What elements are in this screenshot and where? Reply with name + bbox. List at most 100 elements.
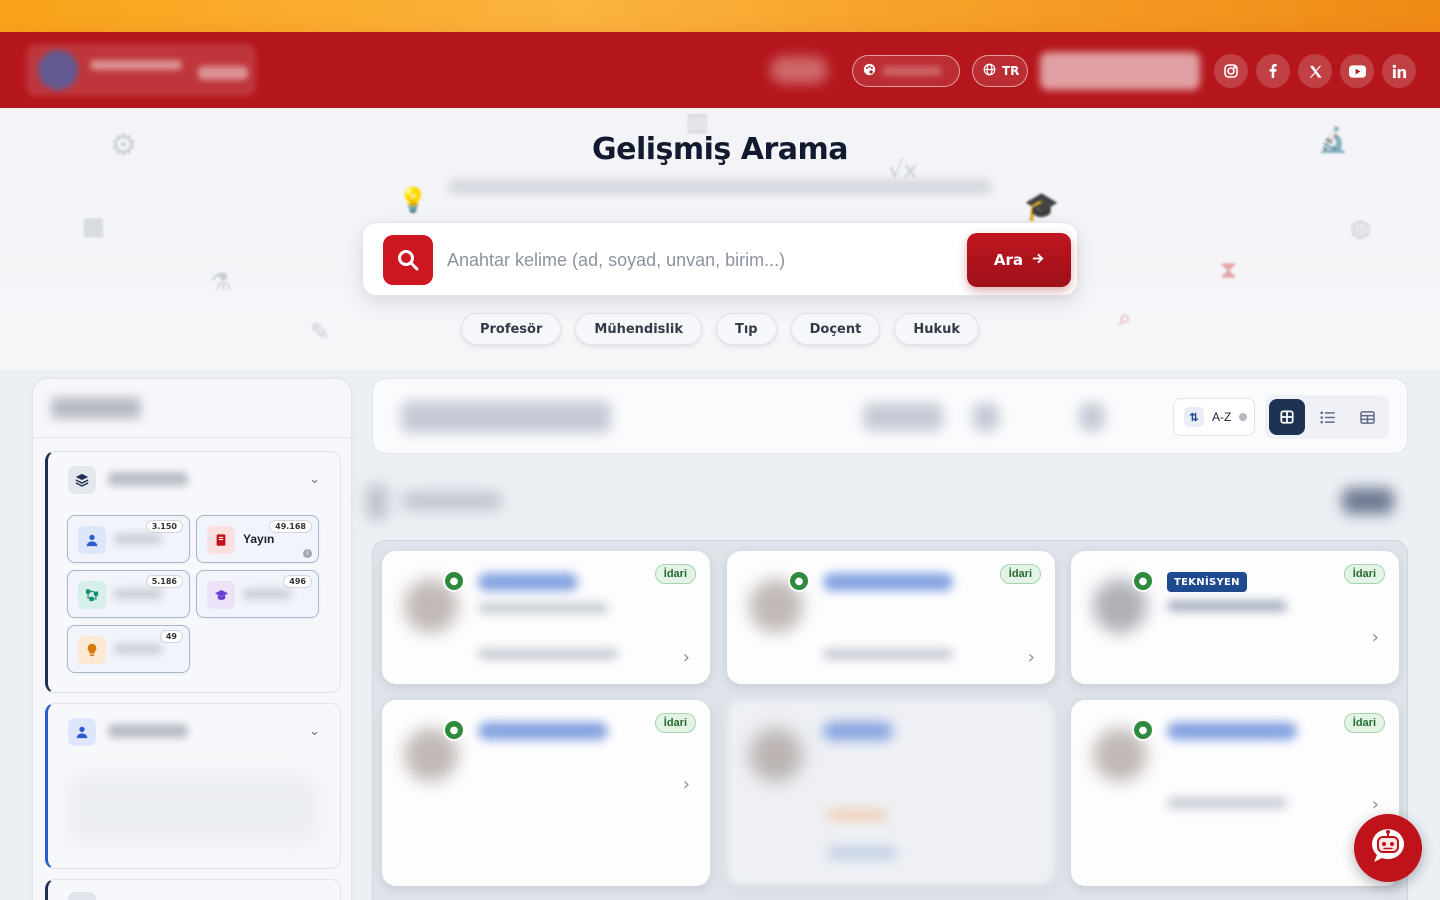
staff-type-badge: İdari <box>1343 564 1385 584</box>
sort-icon: ⇅ <box>1184 407 1204 427</box>
arrow-right-icon <box>1031 251 1044 269</box>
top-accent-strip <box>0 0 1440 32</box>
chevron-down-icon[interactable]: ⌄ <box>309 724 320 739</box>
person-card[interactable]: ● İdari › <box>382 700 710 886</box>
info-icon <box>1239 413 1248 421</box>
hourglass-icon: ⧗ <box>1220 256 1237 284</box>
filter-sidebar: ⌄ 3.150 49.168 Yayın i 5.186 496 49 ⌄ <box>32 378 353 900</box>
graduation-cap-deco-icon: 🎓 <box>1024 190 1059 223</box>
person-card[interactable]: ● İdari › <box>727 551 1055 684</box>
results-header <box>366 470 1408 530</box>
results-grid: ● İdari › ● İdari › ● TEKNİSYEN İdari › … <box>372 540 1408 900</box>
category-tez[interactable]: 496 <box>196 570 319 618</box>
role-badge: TEKNİSYEN <box>1167 572 1247 592</box>
person-card[interactable]: ● İdari › <box>382 551 710 684</box>
person-filter-title <box>108 724 188 738</box>
person-name <box>823 573 953 591</box>
category-proje[interactable]: 5.186 <box>67 570 190 618</box>
person-name <box>1167 722 1297 740</box>
person-filter-accordion: ⌄ <box>45 703 341 869</box>
user-status-icon: ● <box>788 570 810 592</box>
view-toggle <box>1265 395 1389 439</box>
flask-icon: ⚗ <box>210 268 232 296</box>
chevron-right-icon: › <box>1371 627 1379 648</box>
chevron-right-icon: › <box>682 774 690 795</box>
blurred-filter-control[interactable] <box>1079 403 1105 431</box>
chevron-right-icon: › <box>682 647 690 668</box>
university-logo[interactable] <box>26 44 256 96</box>
filter-sidebar-title <box>51 397 141 419</box>
category-count: 3.150 <box>145 520 183 533</box>
list-view-icon[interactable] <box>1309 399 1345 435</box>
graduation-cap-icon <box>207 581 235 609</box>
people-icon <box>78 526 106 554</box>
quick-filter-chips: Profesör Mühendislik Tıp Doçent Hukuk <box>0 313 1440 345</box>
person-card[interactable]: ● İdari › <box>1071 700 1399 886</box>
next-filter-accordion <box>45 879 341 900</box>
category-personel[interactable]: 3.150 <box>67 515 190 563</box>
category-patent[interactable]: 49 <box>67 625 190 673</box>
chevron-down-icon[interactable]: ⌄ <box>309 472 320 487</box>
category-yayin[interactable]: 49.168 Yayın i <box>196 515 319 563</box>
category-accordion-title <box>108 472 188 486</box>
results-toolbar: ⇅ A-Z <box>372 378 1408 454</box>
user-icon <box>68 718 96 746</box>
search-icon <box>383 235 433 285</box>
chip-docent[interactable]: Doçent <box>790 313 881 345</box>
search-bar: Ara <box>362 222 1078 296</box>
layers-icon <box>68 466 96 494</box>
staff-type-badge: İdari <box>654 713 696 733</box>
language-label: TR <box>1002 64 1020 78</box>
user-status-icon: ● <box>1132 570 1154 592</box>
facebook-icon[interactable] <box>1256 54 1290 88</box>
category-count: 49 <box>159 630 183 643</box>
chatbot-button[interactable] <box>1354 814 1422 882</box>
header-blurred-control[interactable] <box>770 56 828 84</box>
linkedin-icon[interactable] <box>1382 54 1416 88</box>
instagram-icon[interactable] <box>1214 54 1248 88</box>
site-header: TR <box>0 32 1440 108</box>
category-accordion: ⌄ 3.150 49.168 Yayın i 5.186 496 49 <box>45 451 341 693</box>
chevron-right-icon: › <box>1027 647 1035 668</box>
search-input[interactable] <box>447 241 947 279</box>
language-selector[interactable]: TR <box>972 55 1028 87</box>
grid-view-icon[interactable] <box>1269 399 1305 435</box>
page-title: Gelişmiş Arama <box>592 132 849 167</box>
category-count: 496 <box>283 575 312 588</box>
info-icon[interactable]: i <box>303 549 312 558</box>
user-status-icon: ● <box>443 719 465 741</box>
robot-icon <box>1366 824 1410 872</box>
search-button-label: Ara <box>993 251 1024 269</box>
globe-icon <box>983 63 996 79</box>
hero-section: ⚙ ▦ ⚗ ✎ 💡 ▥ √x 🎓 🔬 ◍ ⧗ ⌕ Gelişmiş Arama … <box>0 108 1440 370</box>
palette-icon <box>863 63 876 79</box>
chip-muhendislik[interactable]: Mühendislik <box>575 313 702 345</box>
person-name <box>478 722 608 740</box>
filter-icon <box>68 892 96 900</box>
x-icon[interactable] <box>1298 54 1332 88</box>
search-button[interactable]: Ara <box>967 233 1071 287</box>
globe-deco-icon: ◍ <box>1350 214 1371 242</box>
lightbulb-icon: 💡 <box>398 186 428 214</box>
theme-toggle[interactable] <box>852 55 960 87</box>
calculator-icon: ▦ <box>82 212 105 240</box>
person-name <box>478 573 578 591</box>
sort-label: A-Z <box>1212 410 1232 424</box>
blurred-filter-control[interactable] <box>973 403 999 431</box>
chevron-right-icon: › <box>1371 794 1379 815</box>
staff-type-badge: İdari <box>654 564 696 584</box>
network-icon <box>78 581 106 609</box>
chip-profesor[interactable]: Profesör <box>460 313 562 345</box>
header-search-field[interactable] <box>1040 52 1200 90</box>
youtube-icon[interactable] <box>1340 54 1374 88</box>
chip-hukuk[interactable]: Hukuk <box>894 313 980 345</box>
chip-tip[interactable]: Tıp <box>715 313 777 345</box>
lightbulb-icon <box>78 636 106 664</box>
blurred-filter-control[interactable] <box>863 403 943 431</box>
table-view-icon[interactable] <box>1349 399 1385 435</box>
category-count: 5.186 <box>145 575 183 588</box>
person-card[interactable] <box>727 700 1055 886</box>
person-card[interactable]: ● TEKNİSYEN İdari › <box>1071 551 1399 684</box>
book-icon <box>207 526 235 554</box>
sort-button[interactable]: ⇅ A-Z <box>1173 398 1255 436</box>
